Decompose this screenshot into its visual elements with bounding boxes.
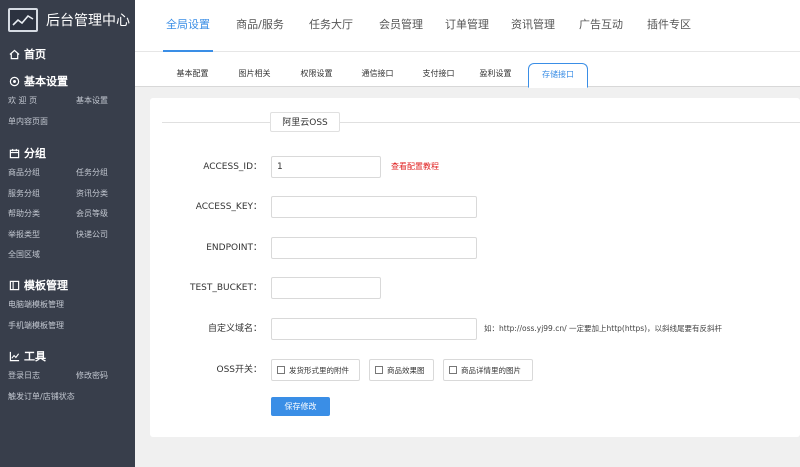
topnav-plugins[interactable]: 插件专区 xyxy=(645,0,693,52)
tab-basic-config[interactable]: 基本配置 xyxy=(165,63,220,87)
tab-storage[interactable]: 存储接口 xyxy=(528,63,588,88)
sidebar-item-member-level[interactable]: 会员等级 xyxy=(68,204,135,225)
sidebar-section-header[interactable]: 基本设置 xyxy=(0,71,135,91)
sidebar-item-region[interactable]: 全国区域 xyxy=(0,245,68,266)
topnav-ads[interactable]: 广告互动 xyxy=(577,0,625,52)
checkbox-square-icon xyxy=(375,366,383,374)
topnav-task-hall[interactable]: 任务大厅 xyxy=(307,0,355,52)
row-oss-switch: OSS开关： 发货形式里的附件 商品效果图 商品详情里的图片 xyxy=(150,359,800,381)
sidebar-home-link[interactable]: 首页 xyxy=(0,44,135,64)
endpoint-input[interactable] xyxy=(271,237,477,259)
sidebar-section-tools: 工具 登录日志 修改密码 触发订单/店铺状态 xyxy=(0,346,135,407)
sidebar-item-basic-settings[interactable]: 基本设置 xyxy=(68,91,135,112)
row-access-id: ACCESS_ID： 查看配置教程 xyxy=(150,156,800,178)
tab-profit[interactable]: 盈利设置 xyxy=(468,63,523,87)
sidebar-section-header[interactable]: 模板管理 xyxy=(0,275,135,295)
sidebar-item-task-group[interactable]: 任务分组 xyxy=(68,163,135,184)
sidebar: 后台管理中心 首页 基本设置 欢 迎 页 基本设置 单内容页面 分组 商品分组 … xyxy=(0,0,135,467)
brand-title: 后台管理中心 xyxy=(46,13,130,29)
calendar-icon xyxy=(8,147,20,159)
sidebar-section-header[interactable]: 分组 xyxy=(0,143,135,163)
row-access-key: ACCESS_KEY： xyxy=(150,196,800,218)
test-bucket-label: TEST_BUCKET： xyxy=(189,283,262,293)
checkbox-square-icon xyxy=(449,366,457,374)
custom-domain-label: 自定义域名： xyxy=(207,324,262,334)
template-icon xyxy=(8,279,20,291)
monitor-chart-icon xyxy=(8,8,38,32)
sidebar-item-single-page[interactable]: 单内容页面 xyxy=(0,112,68,133)
sidebar-item-help-category[interactable]: 帮助分类 xyxy=(0,204,68,225)
oss-switch-label: OSS开关： xyxy=(216,365,262,375)
checkbox-goods-effect-image[interactable]: 商品效果图 xyxy=(369,359,434,381)
sidebar-section-title: 工具 xyxy=(24,350,46,363)
sidebar-section-title: 首页 xyxy=(24,48,46,61)
sidebar-section-group: 分组 商品分组 任务分组 服务分组 资讯分类 帮助分类 会员等级 举报类型 快递… xyxy=(0,143,135,266)
brand[interactable]: 后台管理中心 xyxy=(0,0,135,40)
custom-domain-input[interactable] xyxy=(271,318,477,340)
sidebar-section-title: 基本设置 xyxy=(24,75,68,88)
topnav-global-settings[interactable]: 全局设置 xyxy=(163,0,213,52)
access-id-input[interactable] xyxy=(271,156,381,178)
tab-communication[interactable]: 通信接口 xyxy=(350,63,405,87)
sidebar-item-report-type[interactable]: 举报类型 xyxy=(0,225,68,246)
sidebar-item-trigger-order-status[interactable]: 触发订单/店铺状态 xyxy=(0,387,135,408)
sidebar-item-welcome[interactable]: 欢 迎 页 xyxy=(0,91,68,112)
tab-image[interactable]: 图片相关 xyxy=(227,63,282,87)
sidebar-section-home: 首页 xyxy=(0,44,135,64)
content-panel: 阿里云OSS ACCESS_ID： 查看配置教程 ACCESS_KEY： END… xyxy=(150,98,800,437)
config-tutorial-link[interactable]: 查看配置教程 xyxy=(391,156,439,178)
chart-icon xyxy=(8,350,20,362)
sidebar-item-mobile-template[interactable]: 手机端模板管理 xyxy=(0,316,135,337)
settings-icon xyxy=(8,75,20,87)
sidebar-section-template: 模板管理 电脑端模板管理 手机端模板管理 xyxy=(0,275,135,336)
sub-tabs: 基本配置 图片相关 权限设置 通信接口 支付接口 盈利设置 存储接口 xyxy=(135,52,800,88)
sidebar-section-title: 分组 xyxy=(24,147,46,160)
sidebar-section-title: 模板管理 xyxy=(24,279,68,292)
access-key-input[interactable] xyxy=(271,196,477,218)
topnav-member-manage[interactable]: 会员管理 xyxy=(377,0,425,52)
checkbox-label: 商品详情里的图片 xyxy=(461,365,521,375)
sidebar-item-login-log[interactable]: 登录日志 xyxy=(0,366,68,387)
checkbox-delivery-attachment[interactable]: 发货形式里的附件 xyxy=(271,359,360,381)
checkbox-label: 发货形式里的附件 xyxy=(289,365,349,375)
topnav-order-manage[interactable]: 订单管理 xyxy=(443,0,491,52)
checkbox-goods-detail-image[interactable]: 商品详情里的图片 xyxy=(443,359,533,381)
save-button[interactable]: 保存修改 xyxy=(271,397,330,416)
tab-payment[interactable]: 支付接口 xyxy=(411,63,466,87)
sidebar-item-service-group[interactable]: 服务分组 xyxy=(0,184,68,205)
home-icon xyxy=(8,48,20,60)
top-nav: 全局设置 商品/服务 任务大厅 会员管理 订单管理 资讯管理 广告互动 插件专区 xyxy=(135,0,800,52)
sidebar-section-header[interactable]: 工具 xyxy=(0,346,135,366)
topnav-goods-service[interactable]: 商品/服务 xyxy=(235,0,285,52)
tab-permission[interactable]: 权限设置 xyxy=(289,63,344,87)
topnav-news-manage[interactable]: 资讯管理 xyxy=(509,0,557,52)
checkbox-square-icon xyxy=(277,366,285,374)
test-bucket-input[interactable] xyxy=(271,277,381,299)
checkbox-label: 商品效果图 xyxy=(387,365,425,375)
sidebar-item-change-password[interactable]: 修改密码 xyxy=(68,366,135,387)
sidebar-item-news-category[interactable]: 资讯分类 xyxy=(68,184,135,205)
access-id-label: ACCESS_ID： xyxy=(203,162,262,172)
row-endpoint: ENDPOINT： xyxy=(150,237,800,259)
custom-domain-hint: 如：http://oss.yj99.cn/ 一定要加上http(https)，以… xyxy=(484,324,723,333)
row-test-bucket: TEST_BUCKET： xyxy=(150,277,800,299)
sidebar-item-pc-template[interactable]: 电脑端模板管理 xyxy=(0,295,135,316)
row-custom-domain: 自定义域名： 如：http://oss.yj99.cn/ 一定要加上http(h… xyxy=(150,318,800,340)
access-key-label: ACCESS_KEY： xyxy=(195,202,262,212)
fieldset-legend: 阿里云OSS xyxy=(270,112,340,132)
sidebar-item-goods-group[interactable]: 商品分组 xyxy=(0,163,68,184)
endpoint-label: ENDPOINT： xyxy=(206,243,262,253)
sidebar-item-express-company[interactable]: 快递公司 xyxy=(68,225,135,246)
sidebar-section-basic: 基本设置 欢 迎 页 基本设置 单内容页面 xyxy=(0,71,135,132)
fieldset-divider xyxy=(162,122,800,123)
